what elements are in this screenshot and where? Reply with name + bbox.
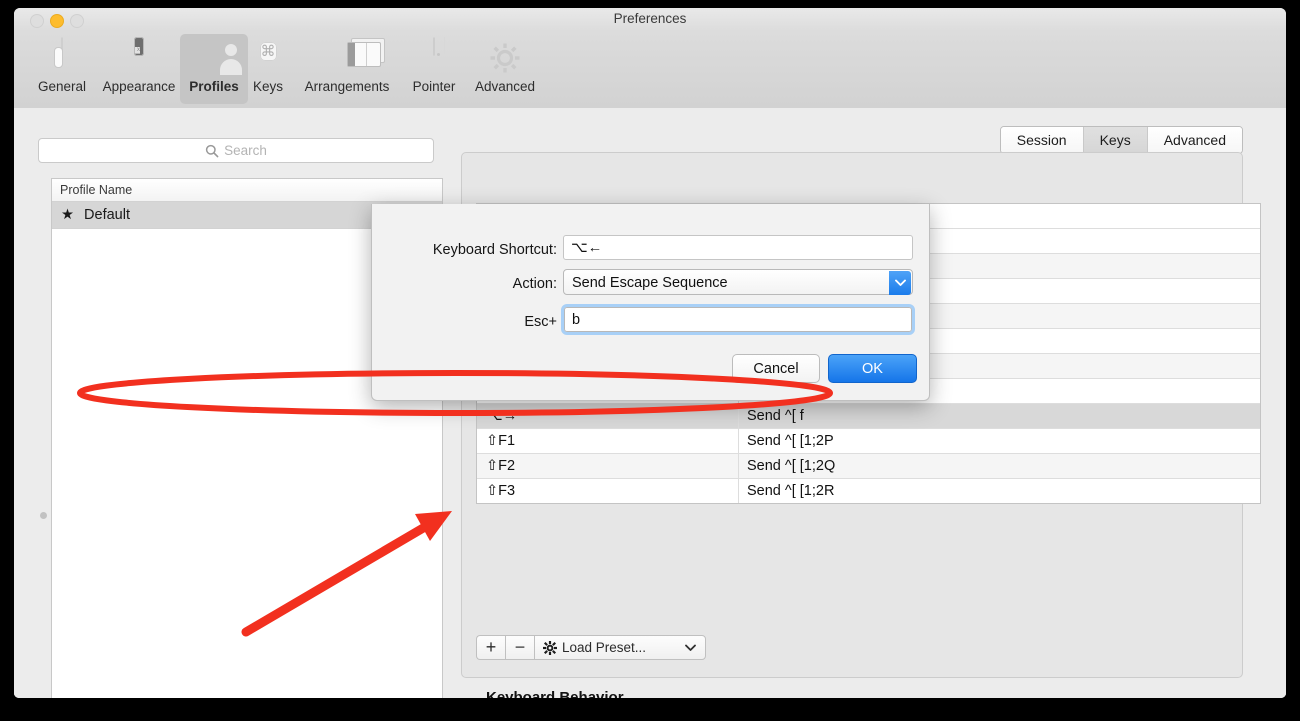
tab-advanced[interactable]: Advanced — [1147, 127, 1242, 153]
key-cell: ⇧F2 — [477, 454, 739, 478]
toolbar-item-pointer[interactable]: Pointer — [400, 34, 468, 104]
action-select-value: Send Escape Sequence — [572, 275, 728, 291]
action-select[interactable]: Send Escape Sequence — [563, 269, 913, 295]
edit-key-mapping-dialog: Keyboard Shortcut: ⌥← Action: Send Escap… — [371, 204, 930, 401]
action-label: Action: — [512, 276, 557, 292]
toolbar-item-appearance-label: Appearance — [102, 79, 176, 94]
profiles-icon — [194, 38, 234, 78]
chevron-down-icon — [685, 644, 696, 651]
tab-keys[interactable]: Keys — [1083, 127, 1148, 153]
key-cell: ⌥→ — [477, 404, 739, 428]
appearance-icon: x — [119, 37, 159, 78]
profile-list-column-header: Profile Name — [52, 179, 442, 202]
preferences-content: Search Profile Name ★ Default Tags > + − — [14, 108, 1286, 698]
keyboard-shortcut-input[interactable]: ⌥← — [563, 235, 913, 260]
toolbar-item-advanced[interactable]: Advanced — [462, 34, 548, 104]
table-row[interactable]: ⇧F2 Send ^[ [1;2Q — [477, 454, 1260, 479]
preferences-toolbar: General x Appearance Profiles ⌘ Keys Arr… — [14, 31, 1286, 109]
search-icon — [205, 144, 219, 157]
window-title: Preferences — [613, 11, 687, 26]
esc-sequence-input[interactable]: b — [564, 307, 912, 332]
key-mappings-toolbar: + − Load Preset... — [476, 635, 706, 660]
toolbar-item-profiles-label: Profiles — [189, 79, 239, 94]
settings-tabbar: Session Keys Advanced — [451, 126, 1286, 154]
toolbar-item-keys-label: Keys — [252, 79, 283, 94]
preferences-window: Preferences General x Appearance Profile… — [14, 8, 1286, 698]
toolbar-item-keys[interactable]: ⌘ Keys — [242, 34, 294, 104]
table-row[interactable]: ⇧F1 Send ^[ [1;2P — [477, 429, 1260, 454]
toolbar-item-profiles[interactable]: Profiles — [180, 34, 248, 104]
gear-icon — [543, 640, 557, 655]
command-key-icon: ⌘ — [259, 42, 277, 61]
keyboard-shortcut-label: Keyboard Shortcut: — [432, 242, 557, 258]
profiles-sidebar: Search Profile Name ★ Default Tags > + − — [14, 108, 451, 698]
action-cell: Send ^[ f — [747, 408, 804, 424]
split-pane-handle[interactable] — [40, 512, 47, 519]
esc-prefix-label: Esc+ — [524, 314, 557, 330]
toolbar-item-arrangements[interactable]: Arrangements — [288, 34, 406, 104]
key-cell: ⇧F3 — [477, 479, 739, 503]
load-preset-label: Load Preset... — [562, 640, 647, 655]
arrangements-icon — [327, 38, 385, 78]
toolbar-item-arrangements-label: Arrangements — [304, 79, 390, 94]
action-cell: Send ^[ [1;2Q — [747, 458, 836, 474]
toolbar-item-pointer-label: Pointer — [412, 79, 456, 94]
cancel-button[interactable]: Cancel — [732, 354, 820, 383]
ok-button[interactable]: OK — [828, 354, 917, 383]
action-cell: Send ^[ [1;2P — [747, 433, 834, 449]
general-icon — [42, 37, 82, 78]
search-placeholder: Search — [224, 143, 267, 158]
toolbar-item-advanced-label: Advanced — [474, 79, 536, 94]
toolbar-item-general[interactable]: General — [26, 34, 98, 104]
tab-session[interactable]: Session — [1000, 127, 1084, 153]
mouse-icon — [414, 37, 454, 78]
toolbar-item-general-label: General — [37, 79, 87, 94]
profile-settings-pane: Session Keys Advanced 0x5b 0x44 ⇧→Send ^… — [451, 108, 1286, 698]
window-titlebar: Preferences — [14, 8, 1286, 31]
remove-key-mapping-button[interactable]: − — [505, 635, 534, 660]
action-cell: Send ^[ [1;2R — [747, 483, 835, 499]
keyboard-behavior-heading: Keyboard Behavior — [486, 689, 624, 698]
profile-name: Default — [84, 207, 130, 223]
chevron-down-icon[interactable] — [889, 271, 911, 295]
key-cell: ⇧F1 — [477, 429, 739, 453]
add-key-mapping-button[interactable]: + — [476, 635, 505, 660]
load-preset-dropdown[interactable]: Load Preset... — [534, 635, 706, 660]
table-row-selected[interactable]: ⌥→ Send ^[ f — [477, 404, 1260, 429]
gear-icon — [485, 38, 525, 78]
esc-sequence-input-focusring: b — [561, 304, 915, 335]
profile-star-icon: ★ — [61, 207, 74, 223]
search-input[interactable]: Search — [38, 138, 434, 163]
table-row[interactable]: ⇧F3 Send ^[ [1;2R — [477, 479, 1260, 503]
toolbar-item-appearance[interactable]: x Appearance — [92, 34, 186, 104]
